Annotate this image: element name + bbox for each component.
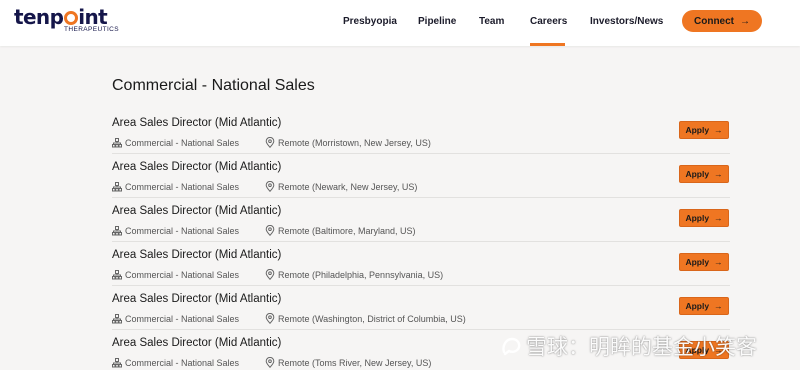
job-row[interactable]: Area Sales Director (Mid Atlantic) Commer…: [112, 292, 730, 336]
nav-item-investors-news[interactable]: Investors/News: [590, 16, 663, 27]
job-location-label: Remote (Baltimore, Maryland, US): [278, 225, 416, 236]
job-row[interactable]: Area Sales Director (Mid Atlantic) Commer…: [112, 116, 730, 160]
apply-label: Apply: [685, 257, 710, 267]
watermark-text: 雪球：明眸的基金小笑客: [526, 335, 757, 359]
job-location: Remote (Morristown, New Jersey, US): [265, 137, 431, 148]
org-chart-icon: [112, 269, 122, 280]
job-department: Commercial - National Sales: [112, 137, 265, 148]
job-department-label: Commercial - National Sales: [125, 225, 240, 236]
job-meta: Commercial - National Sales Remote (Phila…: [112, 269, 443, 280]
job-department-label: Commercial - National Sales: [125, 181, 240, 192]
arrow-right-icon: →: [714, 257, 723, 267]
apply-label: Apply: [685, 301, 710, 311]
job-location: Remote (Newark, New Jersey, US): [265, 181, 417, 192]
job-department-label: Commercial - National Sales: [125, 313, 240, 324]
job-location: Remote (Washington, District of Columbia…: [265, 313, 466, 324]
logo-wordmark: tenp int: [14, 5, 108, 29]
site-header: tenp int THERAPEUTICS Presbyopia Pipeline…: [0, 0, 800, 46]
section-title: Commercial - National Sales: [112, 77, 315, 94]
job-location-label: Remote (Washington, District of Columbia…: [278, 313, 466, 324]
arrow-right-icon: →: [714, 125, 723, 135]
apply-button[interactable]: Apply →: [679, 209, 729, 227]
job-title[interactable]: Area Sales Director (Mid Atlantic): [112, 249, 281, 261]
logo[interactable]: tenp int THERAPEUTICS: [14, 5, 119, 36]
apply-label: Apply: [685, 213, 710, 223]
apply-label: Apply: [685, 169, 710, 179]
apply-button[interactable]: Apply →: [679, 253, 729, 271]
org-chart-icon: [112, 137, 122, 148]
job-department-label: Commercial - National Sales: [125, 357, 240, 368]
active-nav-indicator: [530, 43, 565, 46]
apply-button[interactable]: Apply →: [679, 165, 729, 183]
job-title[interactable]: Area Sales Director (Mid Atlantic): [112, 293, 281, 305]
job-location-label: Remote (Newark, New Jersey, US): [278, 181, 418, 192]
arrow-right-icon: →: [714, 301, 723, 311]
job-department: Commercial - National Sales: [112, 269, 265, 280]
job-department: Commercial - National Sales: [112, 313, 265, 324]
job-department: Commercial - National Sales: [112, 357, 265, 368]
org-chart-icon: [112, 181, 122, 192]
job-meta: Commercial - National Sales Remote (Toms …: [112, 357, 431, 368]
location-pin-icon: [265, 137, 275, 148]
location-pin-icon: [265, 225, 275, 236]
job-title[interactable]: Area Sales Director (Mid Atlantic): [112, 337, 281, 349]
location-pin-icon: [265, 269, 275, 280]
job-location: Remote (Toms River, New Jersey, US): [265, 357, 431, 368]
row-divider: [112, 197, 730, 198]
job-meta: Commercial - National Sales Remote (Morri…: [112, 137, 431, 148]
row-divider: [112, 285, 730, 286]
connect-button[interactable]: Connect →: [682, 10, 762, 32]
nav-item-pipeline[interactable]: Pipeline: [418, 16, 456, 27]
job-row[interactable]: Area Sales Director (Mid Atlantic) Commer…: [112, 248, 730, 292]
org-chart-icon: [112, 313, 122, 324]
job-location-label: Remote (Philadelphia, Pennsylvania, US): [278, 269, 444, 280]
snowball-logo-icon: [502, 337, 521, 356]
logo-subtext: THERAPEUTICS: [64, 26, 120, 33]
apply-label: Apply: [685, 125, 710, 135]
org-chart-icon: [112, 357, 122, 368]
job-meta: Commercial - National Sales Remote (Newar…: [112, 181, 417, 192]
job-row[interactable]: Area Sales Director (Mid Atlantic) Commer…: [112, 160, 730, 204]
row-divider: [112, 153, 730, 154]
nav-item-team[interactable]: Team: [479, 16, 504, 27]
connect-label: Connect: [694, 15, 734, 27]
job-meta: Commercial - National Sales Remote (Balti…: [112, 225, 416, 236]
location-pin-icon: [265, 313, 275, 324]
job-location-label: Remote (Morristown, New Jersey, US): [278, 137, 431, 148]
job-title[interactable]: Area Sales Director (Mid Atlantic): [112, 161, 281, 173]
job-meta: Commercial - National Sales Remote (Washi…: [112, 313, 466, 324]
nav-item-presbyopia[interactable]: Presbyopia: [343, 16, 397, 27]
arrow-right-icon: →: [714, 213, 723, 223]
job-location-label: Remote (Toms River, New Jersey, US): [278, 357, 432, 368]
job-department-label: Commercial - National Sales: [125, 269, 240, 280]
job-location: Remote (Philadelphia, Pennsylvania, US): [265, 269, 443, 280]
job-title[interactable]: Area Sales Director (Mid Atlantic): [112, 117, 281, 129]
job-department: Commercial - National Sales: [112, 225, 265, 236]
job-department: Commercial - National Sales: [112, 181, 265, 192]
org-chart-icon: [112, 225, 122, 236]
arrow-right-icon: →: [740, 15, 750, 27]
apply-button[interactable]: Apply →: [679, 121, 729, 139]
job-department-label: Commercial - National Sales: [125, 137, 240, 148]
location-pin-icon: [265, 357, 275, 368]
job-row[interactable]: Area Sales Director (Mid Atlantic) Commer…: [112, 204, 730, 248]
location-pin-icon: [265, 181, 275, 192]
row-divider: [112, 241, 730, 242]
job-title[interactable]: Area Sales Director (Mid Atlantic): [112, 205, 281, 217]
apply-button[interactable]: Apply →: [679, 297, 729, 315]
watermark: 雪球：明眸的基金小笑客: [500, 331, 757, 361]
arrow-right-icon: →: [714, 169, 723, 179]
nav-item-careers[interactable]: Careers: [530, 16, 567, 27]
row-divider: [112, 329, 730, 330]
job-location: Remote (Baltimore, Maryland, US): [265, 225, 416, 236]
